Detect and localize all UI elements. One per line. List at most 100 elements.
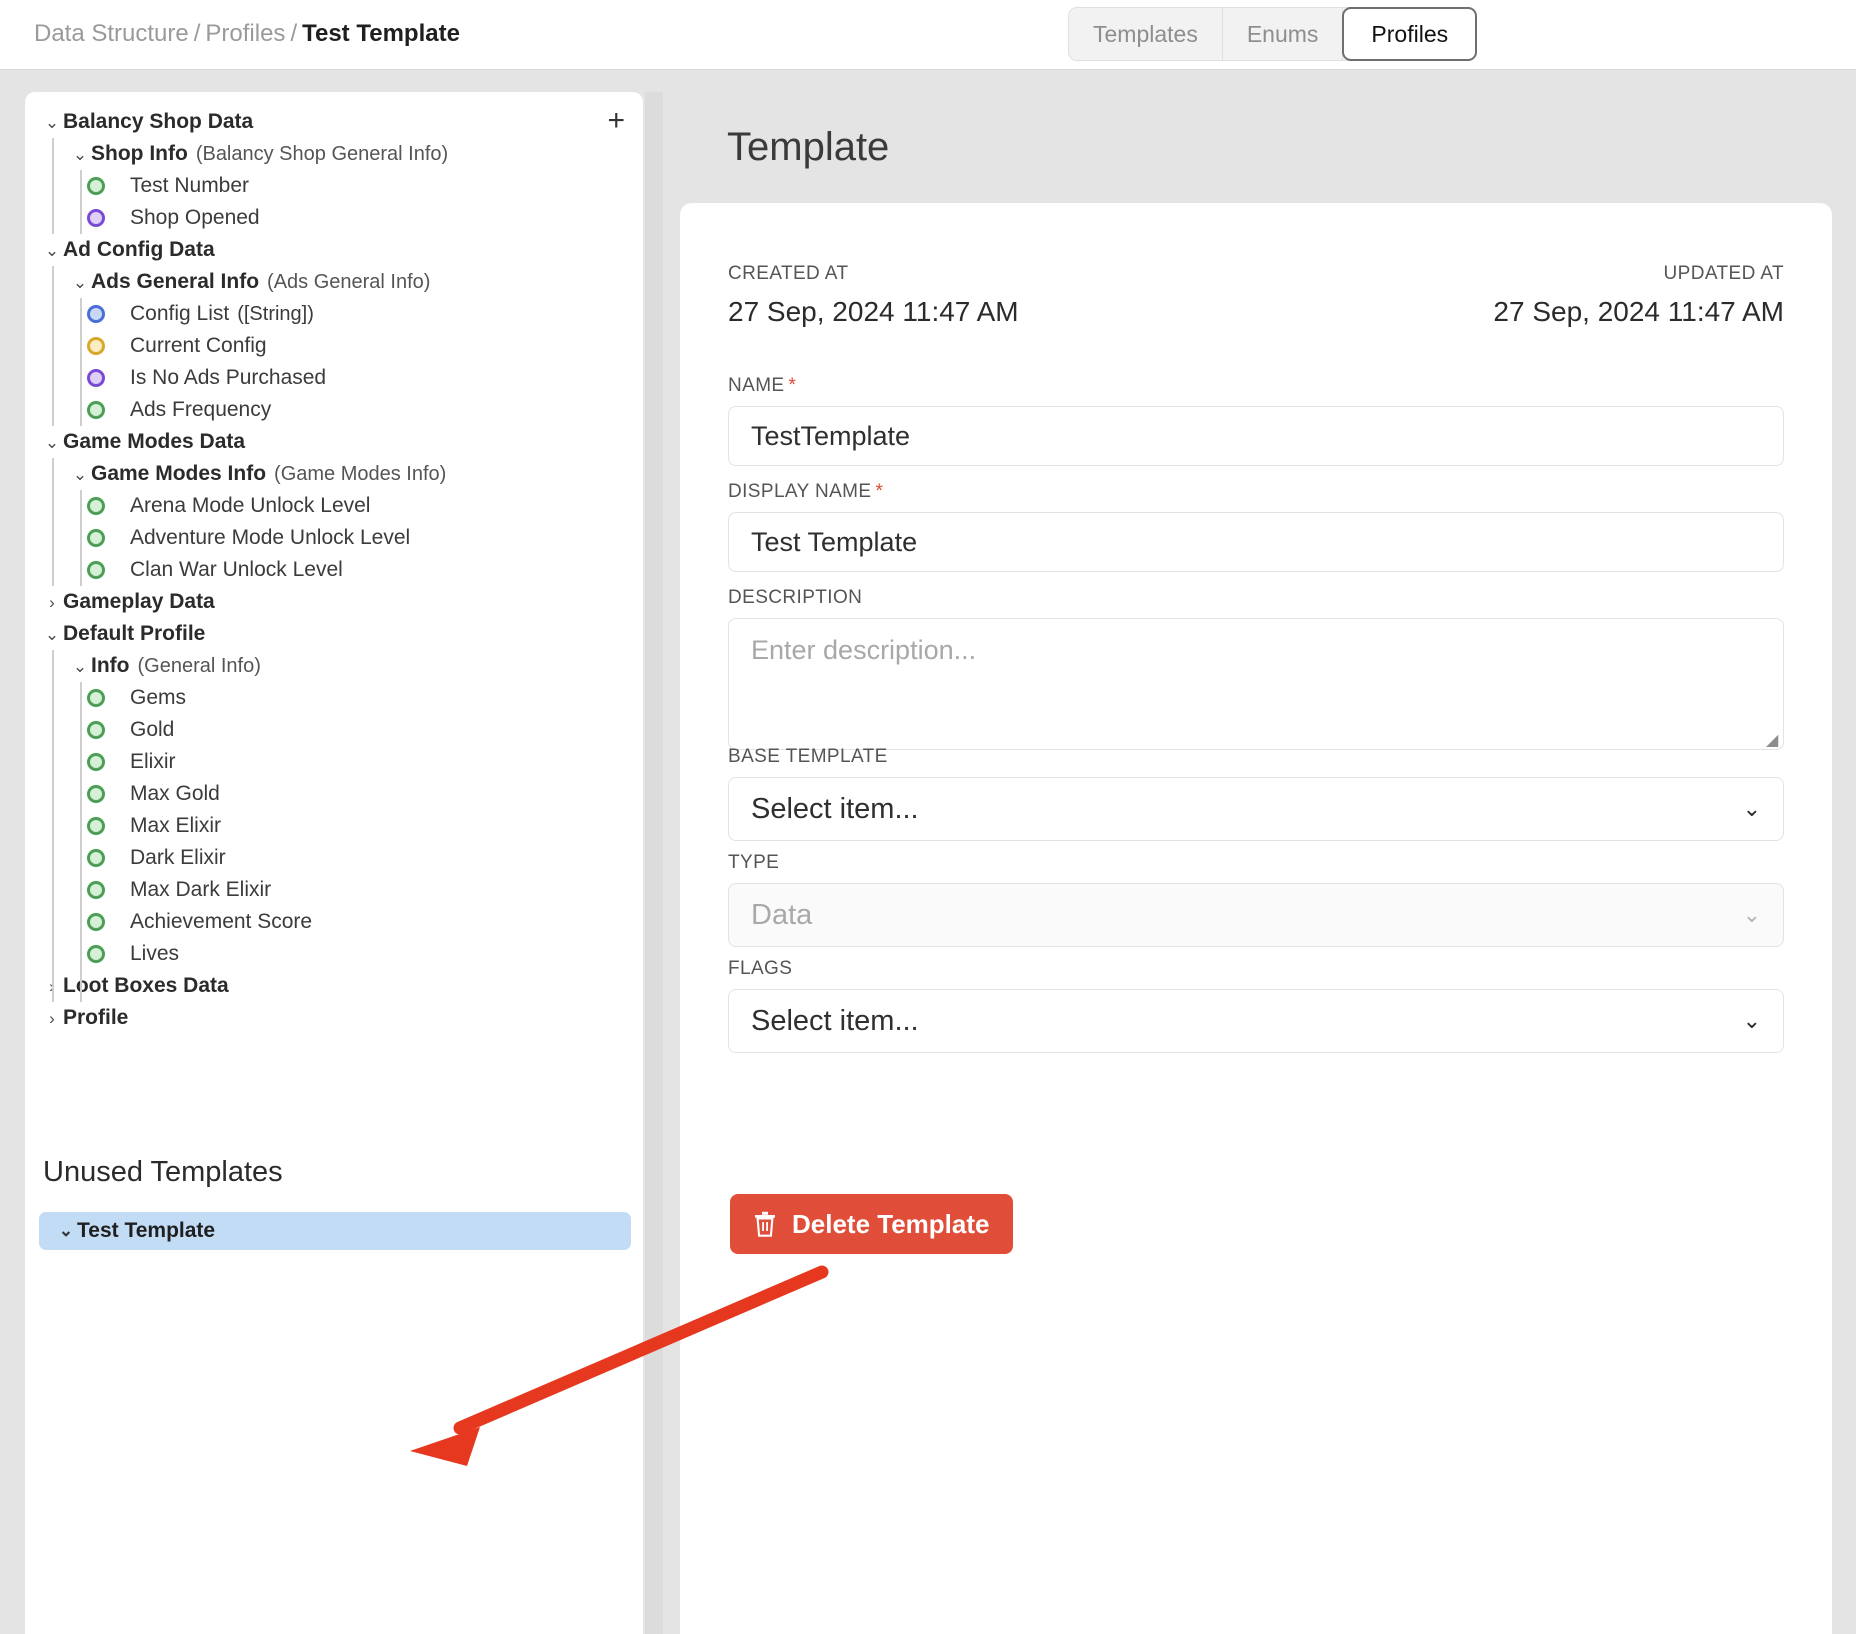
delete-template-button[interactable]: Delete Template [730, 1194, 1014, 1254]
tree-group[interactable]: ⌄ Game Modes Data [25, 426, 643, 458]
tree-leaf[interactable]: Max Elixir [25, 810, 643, 842]
chevron-down-icon[interactable]: ⌄ [69, 658, 91, 675]
unused-template-label: Test Template [77, 1219, 216, 1242]
tree-node-type-hint: (Balancy Shop General Info) [195, 142, 449, 165]
type-value: Data [751, 898, 813, 931]
tree-leaf[interactable]: Test Number [25, 170, 643, 202]
tree-group[interactable]: ⌄ Ads General Info (Ads General Info) [25, 266, 643, 298]
breadcrumb-item-current: Test Template [302, 20, 460, 47]
updated-at-label: UPDATED AT [1663, 263, 1784, 284]
tree-group[interactable]: ⌄ Balancy Shop Data [25, 106, 643, 138]
base-template-label: BASE TEMPLATE [728, 746, 888, 767]
tree-leaf[interactable]: Clan War Unlock Level [25, 554, 643, 586]
required-marker: * [875, 481, 884, 502]
type-bullet-green-icon [87, 849, 105, 867]
resize-handle-icon[interactable]: ◢ [1766, 733, 1780, 749]
chevron-down-icon[interactable]: ⌄ [41, 434, 63, 451]
type-bullet-green-icon [87, 753, 105, 771]
display-name-label: DISPLAY NAME * [728, 481, 884, 502]
tree-node-label: Clan War Unlock Level [130, 558, 343, 581]
tree-node-label: Info [91, 654, 130, 677]
tree-node-label: Game Modes Info [91, 462, 267, 485]
display-name-field-group: DISPLAY NAME * Test Template [728, 481, 1784, 572]
tree-group[interactable]: › Gameplay Data [25, 586, 643, 618]
chevron-down-icon: ⌄ [1742, 796, 1761, 821]
tree-leaf[interactable]: Achievement Score [25, 906, 643, 938]
tree-leaf[interactable]: Adventure Mode Unlock Level [25, 522, 643, 554]
display-name-input[interactable]: Test Template [728, 512, 1784, 572]
tab-templates[interactable]: Templates [1069, 8, 1223, 60]
type-bullet-green-icon [87, 401, 105, 419]
tree-node-label: Game Modes Data [63, 430, 246, 453]
tree-group[interactable]: ⌄ Ad Config Data [25, 234, 643, 266]
type-bullet-green-icon [87, 177, 105, 195]
flags-value: Select item... [751, 1004, 919, 1037]
breadcrumb: Data Structure / Profiles / Test Template [34, 20, 460, 48]
tree-leaf[interactable]: Max Gold [25, 778, 643, 810]
description-textarea[interactable]: Enter description... [728, 618, 1784, 750]
tree-group[interactable]: ⌄ Default Profile [25, 618, 643, 650]
page-title: Template [727, 125, 890, 169]
tree-group[interactable]: ›Loot Boxes Data [25, 970, 643, 1002]
tree-leaf[interactable]: Dark Elixir [25, 842, 643, 874]
tree-leaf[interactable]: Shop Opened [25, 202, 643, 234]
tree-leaf[interactable]: Is No Ads Purchased [25, 362, 643, 394]
type-bullet-green-icon [87, 529, 105, 547]
type-bullet-green-icon [87, 497, 105, 515]
tree-group[interactable]: ⌄ Shop Info (Balancy Shop General Info) [25, 138, 643, 170]
tree-node-label: Max Gold [130, 782, 220, 805]
tree-node-label: Current Config [130, 334, 267, 357]
flags-label: FLAGS [728, 958, 793, 979]
tree-node-label: Achievement Score [130, 910, 313, 933]
chevron-down-icon[interactable]: ⌄ [69, 146, 91, 163]
tree-node-label: Shop Opened [130, 206, 260, 229]
tree-node-label: Gameplay Data [63, 590, 215, 613]
name-field-group: NAME * TestTemplate [728, 375, 1784, 466]
tree-leaf[interactable]: Config List ([String]) [25, 298, 643, 330]
tree-leaf[interactable]: Current Config [25, 330, 643, 362]
required-marker: * [788, 375, 797, 396]
tree-leaf[interactable]: Lives [25, 938, 643, 970]
tree-group[interactable]: ⌄ Info (General Info) [25, 650, 643, 682]
type-label: TYPE [728, 852, 780, 873]
type-bullet-green-icon [87, 689, 105, 707]
type-select: Data ⌄ [728, 883, 1784, 947]
breadcrumb-item-0[interactable]: Data Structure [34, 20, 189, 47]
tree-node-label: Ad Config Data [63, 238, 215, 261]
chevron-down-icon[interactable]: ⌄ [41, 626, 63, 643]
tab-profiles[interactable]: Profiles [1342, 7, 1478, 61]
chevron-down-icon[interactable]: ⌄ [69, 274, 91, 291]
chevron-down-icon[interactable]: ⌄ [41, 114, 63, 131]
tab-enums[interactable]: Enums [1223, 8, 1344, 60]
tree-node-type-hint: ([String]) [237, 302, 314, 325]
breadcrumb-separator: / [290, 20, 298, 47]
breadcrumb-separator: / [193, 20, 201, 47]
chevron-down-icon[interactable]: ⌄ [69, 466, 91, 483]
chevron-right-icon[interactable]: › [41, 1010, 63, 1027]
tree-group[interactable]: ⌄ Game Modes Info (Game Modes Info) [25, 458, 643, 490]
tree-node-label: Test Number [130, 174, 250, 197]
tree-leaf[interactable]: Arena Mode Unlock Level [25, 490, 643, 522]
tree-leaf[interactable]: Gems [25, 682, 643, 714]
unused-template-item-test-template[interactable]: ⌄ Test Template [39, 1212, 631, 1250]
tree-node-label: Dark Elixir [130, 846, 226, 869]
tree-leaf[interactable]: Elixir [25, 746, 643, 778]
chevron-right-icon[interactable]: › [41, 594, 63, 611]
flags-select[interactable]: Select item... ⌄ [728, 989, 1784, 1053]
chevron-down-icon: ⌄ [1742, 1008, 1761, 1033]
tree-group[interactable]: › Profile [25, 1002, 643, 1034]
type-bullet-green-icon [87, 881, 105, 899]
tree-leaf[interactable]: Gold [25, 714, 643, 746]
type-field-group: TYPE Data ⌄ [728, 852, 1784, 947]
base-template-select[interactable]: Select item... ⌄ [728, 777, 1784, 841]
name-input[interactable]: TestTemplate [728, 406, 1784, 466]
tree-leaf[interactable]: Max Dark Elixir [25, 874, 643, 906]
tree-leaf[interactable]: Ads Frequency [25, 394, 643, 426]
sidebar-scrollbar[interactable] [645, 92, 663, 1634]
breadcrumb-item-1[interactable]: Profiles [205, 20, 285, 47]
base-template-value: Select item... [751, 792, 919, 825]
chevron-down-icon[interactable]: ⌄ [41, 242, 63, 259]
template-detail-card: CREATED AT 27 Sep, 2024 11:47 AM UPDATED… [680, 203, 1832, 1634]
tree-guide-line [52, 458, 54, 586]
type-bullet-green-icon [87, 561, 105, 579]
